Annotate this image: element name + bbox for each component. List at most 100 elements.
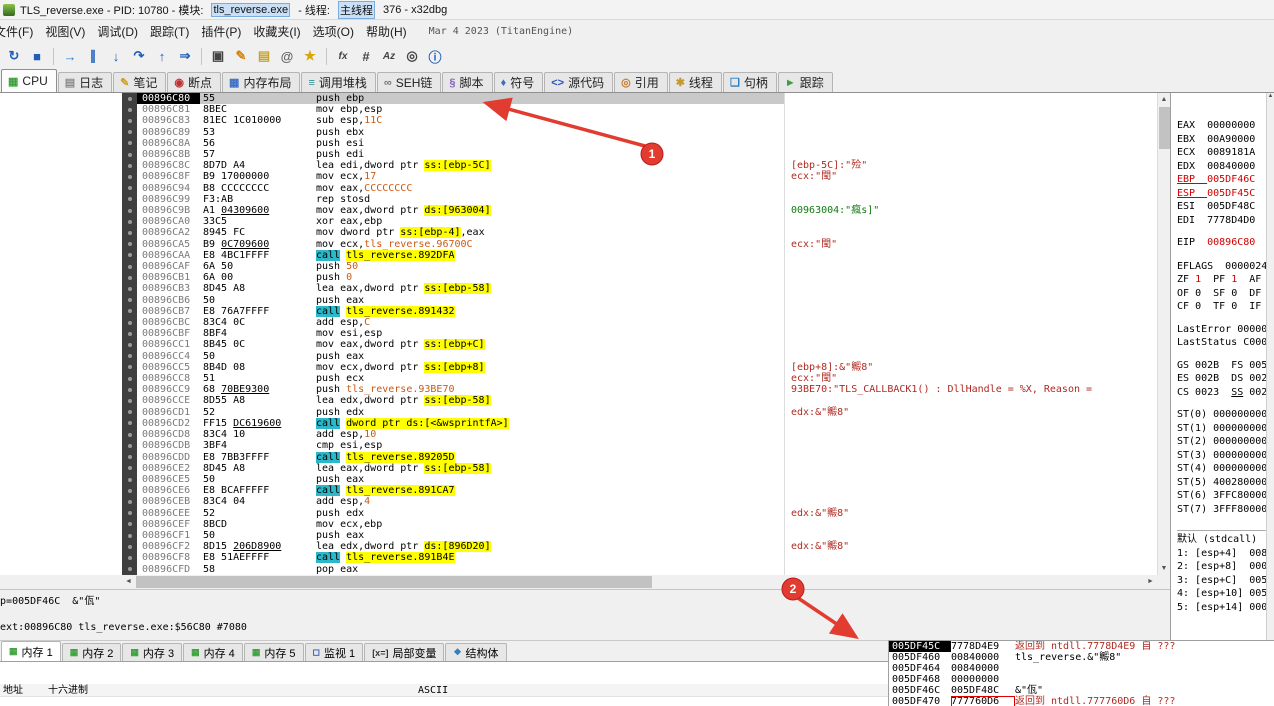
menu-item[interactable]: 跟踪(T) (144, 19, 195, 44)
disasm-row[interactable]: 00896CA2 8945 FC mov dword ptr ss:[ebp-4],… (0, 227, 1157, 239)
register-row[interactable]: ST(0) 00000000000000000000 (1177, 408, 1274, 422)
breakpoint-gutter-dot[interactable] (122, 485, 137, 497)
scroll-left-arrow-icon[interactable]: ◄ (122, 575, 135, 589)
disasm-row[interactable]: 00896CAF 6A 50 push 50 (0, 261, 1157, 273)
hash-icon[interactable]: # (355, 45, 377, 67)
breakpoint-gutter-dot[interactable] (122, 473, 137, 486)
disasm-address[interactable]: 00896CF1 (137, 530, 200, 541)
register-row[interactable]: ZF 1 PF 1 AF 0 (1177, 273, 1274, 287)
disasm-row[interactable]: 00896CBC 83C4 0C add esp,C (0, 317, 1157, 329)
breakpoint-gutter-dot[interactable] (122, 104, 137, 116)
stack-row[interactable]: 005DF464 00840000 (889, 663, 1274, 674)
disasm-address[interactable]: 00896CAF (137, 261, 200, 272)
breakpoint-gutter-dot[interactable] (122, 126, 137, 138)
disasm-address[interactable]: 00896CA5 (137, 239, 200, 250)
help-icon[interactable]: ⓘ (424, 45, 446, 67)
register-row[interactable]: ST(6) 3FFC8000000000000000 (1177, 489, 1274, 503)
disasm-address[interactable]: 00896CCE (137, 395, 200, 406)
disasm-row[interactable]: 00896CB1 6A 00 push 0 (0, 272, 1157, 284)
register-row[interactable]: 默认 (stdcall) (1177, 533, 1274, 547)
disasm-row[interactable]: 00896CF8 E8 51AEFFFF call tls_reverse.891B… (0, 552, 1157, 564)
disassembly-horizontal-scrollbar[interactable]: ◄ ► (122, 575, 1157, 589)
disasm-address[interactable]: 00896C8B (137, 149, 200, 160)
disasm-address[interactable]: 00896CEB (137, 496, 200, 507)
disasm-address[interactable]: 00896CD2 (137, 418, 200, 429)
breakpoint-gutter-dot[interactable] (122, 451, 137, 463)
tab-dump-4[interactable]: ▦ 内存 4 (183, 643, 243, 661)
menu-item[interactable]: 选项(O) (307, 19, 360, 44)
tab-notes[interactable]: ✎ 笔记 (113, 72, 167, 92)
vertical-scroll-thumb[interactable] (1159, 107, 1170, 149)
disasm-row[interactable]: 00896C83 81EC 1C010000 sub esp,11C (0, 115, 1157, 127)
register-row[interactable]: EFLAGS 00000246 (1177, 260, 1274, 274)
breakpoint-gutter-dot[interactable] (122, 552, 137, 564)
scroll-right-arrow-icon[interactable]: ► (1144, 575, 1157, 589)
command-window-icon[interactable]: ▣ (207, 45, 229, 67)
disasm-address[interactable]: 00896CF8 (137, 552, 200, 563)
register-row[interactable]: EIP 00896C80 (1177, 236, 1274, 250)
disasm-address[interactable]: 00896C89 (137, 127, 200, 138)
breakpoint-gutter-dot[interactable] (122, 541, 137, 553)
register-row[interactable]: ST(3) 00000000000000000000 (1177, 449, 1274, 463)
register-row[interactable]: LastError 00000000 (1177, 323, 1274, 337)
tab-watch-1[interactable]: ◻ 监视 1 (304, 643, 364, 661)
breakpoint-gutter-dot[interactable] (122, 406, 137, 418)
register-row[interactable]: ST(7) 3FFF8000000000000000 (1177, 503, 1274, 517)
disasm-address[interactable]: 00896CDB (137, 440, 200, 451)
disasm-address[interactable]: 00896CC4 (137, 351, 200, 362)
pause-icon[interactable]: ∥ (82, 45, 104, 67)
disasm-address[interactable]: 00896C8F (137, 171, 200, 182)
breakpoint-gutter-dot[interactable] (122, 361, 137, 374)
disasm-address[interactable]: 00896CB1 (137, 272, 200, 283)
disasm-row[interactable]: 00896CFD 58 pop eax (0, 563, 1157, 575)
breakpoint-gutter-dot[interactable] (122, 384, 137, 396)
tab-dump-3[interactable]: ▦ 内存 3 (122, 643, 183, 661)
tab-trace[interactable]: ► 跟踪 (777, 72, 833, 92)
disasm-row[interactable]: 00896CF2 8D15 206D8900 lea edx,dword ptr d… (0, 541, 1157, 553)
disasm-address[interactable]: 00896CBC (137, 317, 200, 328)
disasm-row[interactable]: 00896CBF 8BF4 mov esi,esp (0, 328, 1157, 340)
disasm-row[interactable]: 00896C80 55 push ebp (0, 93, 1157, 105)
breakpoint-gutter-dot[interactable] (122, 339, 137, 351)
register-row[interactable]: ST(2) 00000000000000000000 (1177, 435, 1274, 449)
patch-icon[interactable]: ✎ (230, 45, 252, 67)
breakpoint-gutter-dot[interactable] (122, 429, 137, 441)
stack-row[interactable]: 005DF45C 7778D4E9 返回到 ntdll.7778D4E9 自 ??? (889, 641, 1274, 652)
breakpoint-gutter-dot[interactable] (122, 216, 137, 228)
breakpoint-gutter-dot[interactable] (122, 261, 137, 273)
find-icon[interactable]: ◎ (401, 45, 423, 67)
breakpoint-gutter-dot[interactable] (122, 350, 137, 362)
notes-icon[interactable]: ▤ (253, 45, 275, 67)
tab-references[interactable]: ◎ 引用 (614, 72, 668, 92)
disasm-address[interactable]: 00896CEE (137, 508, 200, 519)
disasm-address[interactable]: 00896C83 (137, 115, 200, 126)
disasm-row[interactable]: 00896CAA E8 4BC1FFFF call tls_reverse.892D… (0, 249, 1157, 262)
disasm-row[interactable]: 00896C99 F3:AB rep stosd (0, 193, 1157, 206)
disasm-row[interactable]: 00896CEB 83C4 04 add esp,4 (0, 496, 1157, 508)
disasm-row[interactable]: 00896CB7 E8 76A7FFFF call tls_reverse.8914… (0, 305, 1157, 318)
step-over-icon[interactable]: ↷ (128, 45, 150, 67)
disasm-row[interactable]: 00896CD1 52 push edx edx:&"毈8" (0, 406, 1157, 418)
disassembly-view[interactable]: 00896C80 55 push ebp 00896C81 8BEC mov ebp,es… (0, 93, 1157, 575)
disasm-address[interactable]: 00896CE6 (137, 485, 200, 496)
register-row[interactable]: ST(1) 00000000000000000000 (1177, 422, 1274, 436)
disasm-address[interactable]: 00896CD8 (137, 429, 200, 440)
disasm-row[interactable]: 00896CE2 8D45 A8 lea eax,dword ptr ss:[ebp… (0, 462, 1157, 474)
breakpoint-gutter-dot[interactable] (122, 507, 137, 519)
disasm-row[interactable]: 00896CC4 50 push eax (0, 350, 1157, 362)
disasm-address[interactable]: 00896CC5 (137, 362, 200, 373)
tab-script[interactable]: § 脚本 (442, 72, 493, 92)
tab-struct[interactable]: ❖ 结构体 (445, 643, 507, 661)
register-row[interactable]: 2: [esp+8] 00000000 (1177, 560, 1274, 574)
disasm-row[interactable]: 00896C89 53 push ebx (0, 126, 1157, 138)
disasm-row[interactable]: 00896CF1 50 push eax (0, 529, 1157, 542)
tab-locals[interactable]: [x=] 局部变量 (364, 643, 445, 661)
disasm-row[interactable]: 00896CC1 8B45 0C mov eax,dword ptr ss:[ebp… (0, 339, 1157, 351)
horizontal-scroll-thumb[interactable] (136, 576, 652, 588)
menu-item[interactable]: 视图(V) (39, 19, 91, 44)
register-row[interactable]: LastStatus C0000034 (1177, 336, 1274, 350)
disasm-row[interactable]: 00896CCE 8D55 A8 lea edx,dword ptr ss:[ebp… (0, 395, 1157, 407)
disasm-row[interactable]: 00896C81 8BEC mov ebp,esp (0, 104, 1157, 116)
register-row[interactable]: 5: [esp+14] 00000000 (1177, 601, 1274, 615)
disasm-row[interactable]: 00896CEF 8BCD mov ecx,ebp (0, 518, 1157, 530)
